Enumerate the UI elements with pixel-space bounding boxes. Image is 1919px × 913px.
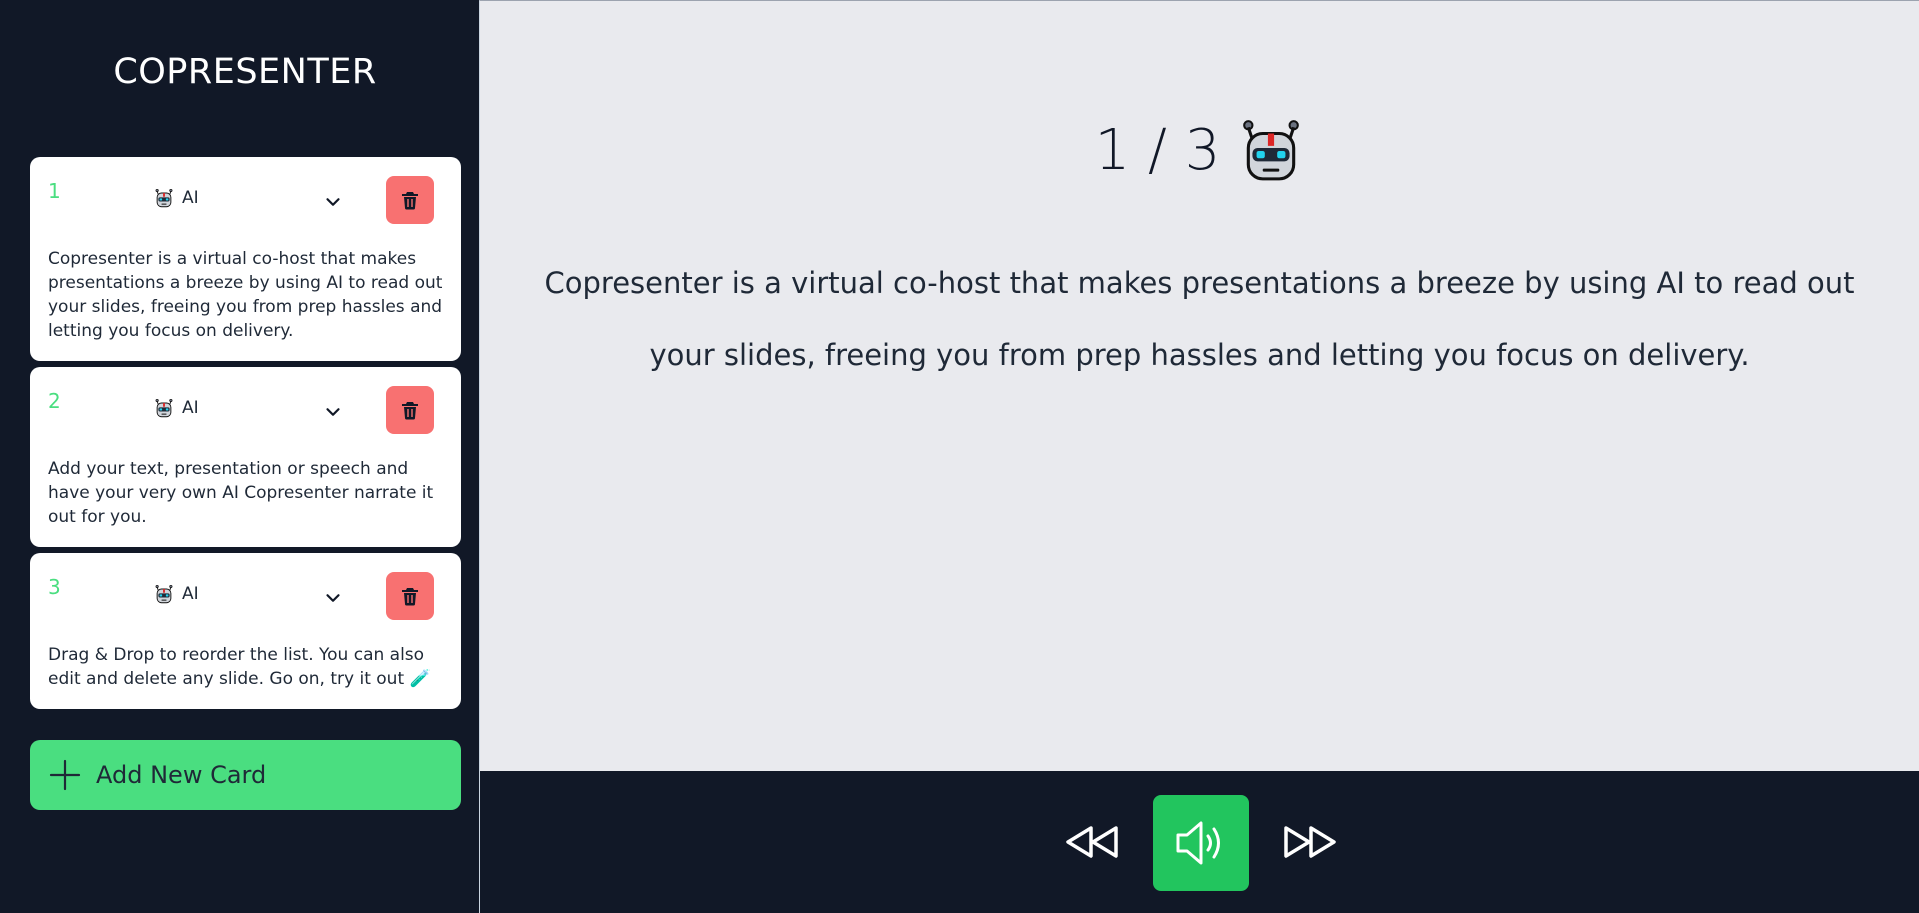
voice-label: AI xyxy=(182,584,199,604)
add-new-card-button[interactable]: Add New Card xyxy=(30,740,461,810)
card-text[interactable]: Copresenter is a virtual co-host that ma… xyxy=(48,247,443,343)
speak-button[interactable] xyxy=(1153,795,1249,891)
card-number: 2 xyxy=(48,389,61,413)
chevron-down-icon[interactable] xyxy=(322,191,344,213)
delete-card-button[interactable] xyxy=(386,572,434,620)
slide-text: Copresenter is a virtual co-host that ma… xyxy=(544,266,1855,372)
card-text[interactable]: Drag & Drop to reorder the list. You can… xyxy=(48,643,443,691)
trash-icon xyxy=(400,400,420,420)
robot-icon xyxy=(154,398,174,418)
voice-select[interactable]: AI xyxy=(154,584,199,604)
sidebar: COPRESENTER 1 AI Copresenter is a virtua… xyxy=(0,0,479,913)
voice-label: AI xyxy=(182,188,199,208)
slide-viewer: 1 / 3 Copresenter is a virtual co-host t… xyxy=(479,0,1919,771)
delete-card-button[interactable] xyxy=(386,386,434,434)
slide-header: 1 / 3 xyxy=(480,117,1919,183)
voice-label: AI xyxy=(182,398,199,418)
slide-card[interactable]: 3 AI Drag & Drop to reorder the list. Yo… xyxy=(30,553,461,709)
speaker-icon xyxy=(1176,821,1220,865)
trash-icon xyxy=(400,586,420,606)
delete-card-button[interactable] xyxy=(386,176,434,224)
slide-card[interactable]: 1 AI Copresenter is a virtual co-host th… xyxy=(30,157,461,361)
rewind-icon xyxy=(1066,826,1118,858)
app-title: COPRESENTER xyxy=(113,52,377,92)
add-new-card-label: Add New Card xyxy=(96,761,267,789)
fast-forward-icon xyxy=(1284,826,1336,858)
robot-icon xyxy=(154,188,174,208)
robot-icon xyxy=(1238,117,1304,183)
trash-icon xyxy=(400,190,420,210)
card-number: 3 xyxy=(48,575,61,599)
chevron-down-icon[interactable] xyxy=(322,587,344,609)
card-number: 1 xyxy=(48,179,61,203)
slide-counter: 1 / 3 xyxy=(1094,117,1221,183)
plus-icon xyxy=(49,759,81,791)
rewind-button[interactable] xyxy=(1062,819,1122,865)
fast-forward-button[interactable] xyxy=(1280,819,1340,865)
voice-select[interactable]: AI xyxy=(154,398,199,418)
robot-icon xyxy=(154,584,174,604)
slide-card[interactable]: 2 AI Add your text, presentation or spee… xyxy=(30,367,461,547)
card-text[interactable]: Add your text, presentation or speech an… xyxy=(48,457,443,529)
voice-select[interactable]: AI xyxy=(154,188,199,208)
chevron-down-icon[interactable] xyxy=(322,401,344,423)
player-controls xyxy=(479,771,1919,913)
